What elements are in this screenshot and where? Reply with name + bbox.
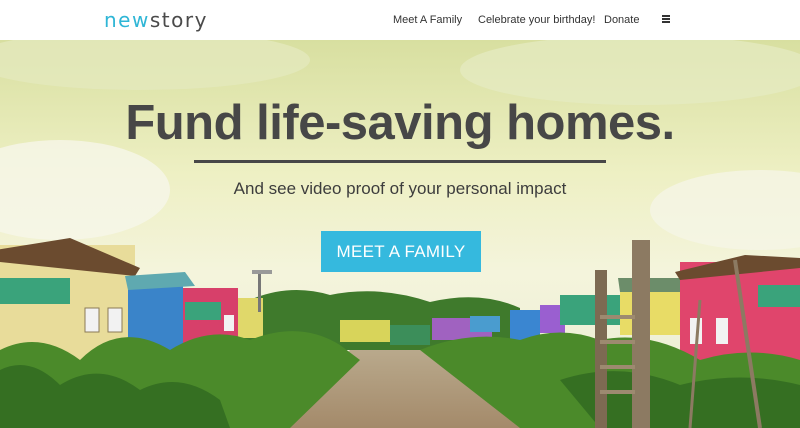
- hamburger-menu-icon[interactable]: [662, 15, 670, 23]
- nav-donate[interactable]: Donate: [604, 13, 639, 27]
- hero-subheadline: And see video proof of your personal imp…: [233, 179, 567, 198]
- logo-part-story: story: [149, 8, 208, 32]
- hero-headline: Fund life-saving homes.: [125, 96, 675, 150]
- meet-a-family-button[interactable]: MEET A FAMILY: [321, 231, 481, 272]
- headline-divider: [194, 160, 606, 163]
- logo-part-new: new: [104, 8, 150, 32]
- nav-meet-a-family[interactable]: Meet A Family: [393, 13, 462, 27]
- nav-celebrate-birthday[interactable]: Celebrate your birthday!: [478, 13, 595, 27]
- newstory-logo[interactable]: newstory: [104, 7, 208, 33]
- hero-section: Fund life-saving homes. And see video pr…: [0, 40, 800, 428]
- top-navbar: newstory Meet A Family Celebrate your bi…: [0, 0, 800, 40]
